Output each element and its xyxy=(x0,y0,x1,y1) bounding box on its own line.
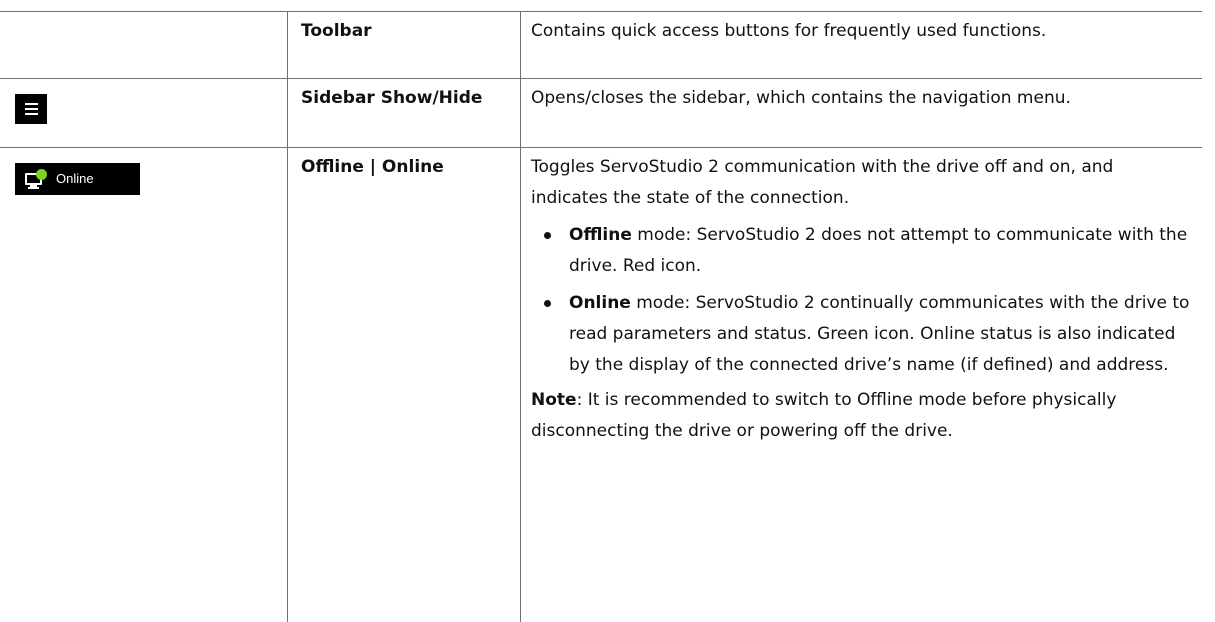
icon-cell xyxy=(0,12,287,78)
description-text: Toggles ServoStudio 2 communication with… xyxy=(531,157,1114,208)
bullet-icon xyxy=(544,232,551,239)
description-cell: Opens/closes the sidebar, which contains… xyxy=(520,79,1202,147)
online-label: Online xyxy=(56,171,94,186)
table-row-online: Online Offline | Online Toggles ServoStu… xyxy=(0,148,1202,622)
table-row-toolbar: Toolbar Contains quick access buttons fo… xyxy=(0,12,1202,79)
description-text: Opens/closes the sidebar, which contains… xyxy=(531,88,1071,108)
term-cell: Sidebar Show/Hide xyxy=(287,79,520,147)
description-text: Contains quick access buttons for freque… xyxy=(531,21,1047,41)
term-cell: Toolbar xyxy=(287,12,520,78)
bullet-list: Offline mode: ServoStudio 2 does not att… xyxy=(531,220,1194,381)
mode-name: Offline xyxy=(569,225,632,245)
feature-table: Toolbar Contains quick access buttons fo… xyxy=(0,11,1202,622)
icon-cell: Online xyxy=(0,148,287,622)
description-block: Toggles ServoStudio 2 communication with… xyxy=(531,152,1194,447)
term-label: Toolbar xyxy=(301,21,372,41)
mode-description: mode: ServoStudio 2 does not attempt to … xyxy=(569,225,1188,276)
bullet-icon xyxy=(544,300,551,307)
status-dot-icon xyxy=(36,169,47,180)
note-text: : It is recommended to switch to Offline… xyxy=(531,390,1117,441)
hamburger-menu-icon xyxy=(15,94,47,124)
mode-description: mode: ServoStudio 2 continually communic… xyxy=(569,293,1190,375)
mode-name: Online xyxy=(569,293,631,313)
list-item: Offline mode: ServoStudio 2 does not att… xyxy=(531,220,1194,282)
table-row-sidebar: Sidebar Show/Hide Opens/closes the sideb… xyxy=(0,79,1202,148)
term-cell: Offline | Online xyxy=(287,148,520,622)
description-cell: Toggles ServoStudio 2 communication with… xyxy=(520,148,1202,622)
description-cell: Contains quick access buttons for freque… xyxy=(520,12,1202,78)
monitor-online-icon: Online xyxy=(15,163,140,195)
term-label: Offline | Online xyxy=(301,157,444,177)
note-label: Note xyxy=(531,390,577,410)
icon-cell xyxy=(0,79,287,147)
note-paragraph: Note: It is recommended to switch to Off… xyxy=(531,385,1194,447)
list-item: Online mode: ServoStudio 2 continually c… xyxy=(531,288,1194,381)
term-label: Sidebar Show/Hide xyxy=(301,88,483,108)
